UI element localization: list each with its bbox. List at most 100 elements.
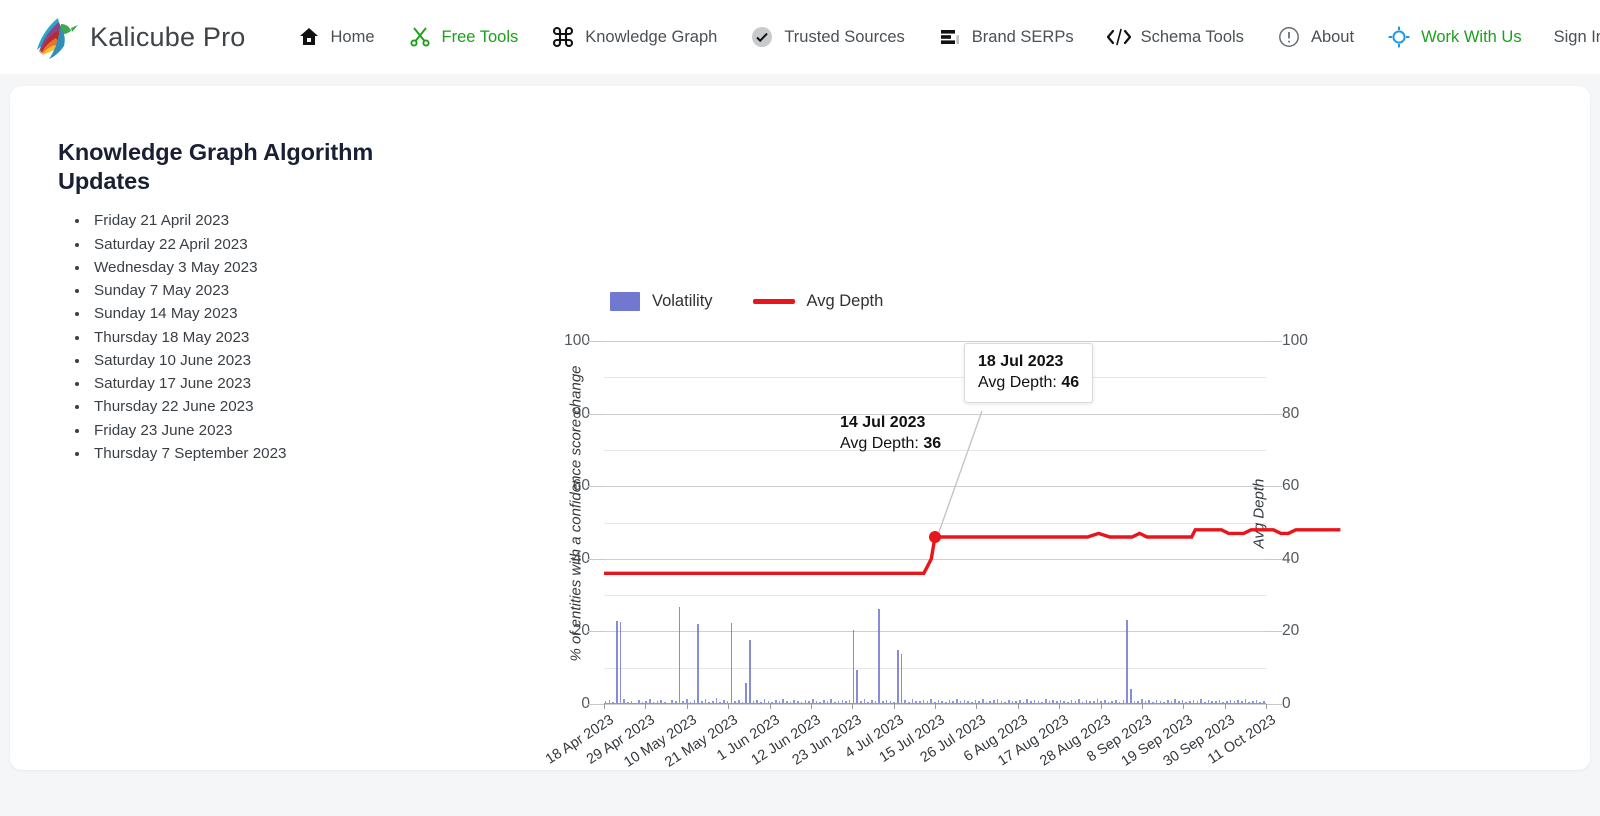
y-axis-left-title: % of entities with a confidence score ch… <box>567 365 585 662</box>
target-circle-icon <box>1386 24 1412 50</box>
volatility-chart: Volatility Avg Depth 0 20 40 60 80 100 0 20 40 6… <box>470 196 1470 771</box>
check-circle-icon <box>749 24 775 50</box>
y-axis-tick-mark <box>1266 631 1282 633</box>
avg-depth-path <box>604 530 1340 574</box>
page-title: Knowledge Graph Algorithm Updates <box>58 139 374 194</box>
y-axis-tick-label: 100 <box>564 332 590 349</box>
nav-item-sign-in[interactable]: Sign In <box>1538 0 1600 74</box>
nav-item-brand-serps[interactable]: Brand SERPs <box>921 0 1090 74</box>
list-item: Sunday 7 May 2023 <box>90 279 458 302</box>
x-axis-tick-mark <box>1100 704 1102 709</box>
hummingbird-logo-icon <box>28 12 80 62</box>
nav-items: Home Free Tools Knowledge Graph Trusted … <box>280 0 1600 74</box>
command-icon <box>550 24 576 50</box>
x-axis-tick-mark <box>1266 704 1267 709</box>
x-axis-tick-mark <box>769 704 771 709</box>
legend-label: Volatility <box>652 292 713 310</box>
y-axis-tick-mark <box>588 341 604 342</box>
nav-item-work-with-us[interactable]: Work With Us <box>1370 0 1538 74</box>
x-axis-tick-mark <box>645 704 647 709</box>
y-axis-tick-label: 20 <box>1282 622 1300 640</box>
annotation-18-jul: 18 Jul 2023 Avg Depth: 46 <box>964 343 1094 403</box>
legend-label: Avg Depth <box>806 292 884 310</box>
nav-label: Knowledge Graph <box>585 27 718 46</box>
brand-name: Kalicube Pro <box>90 21 246 52</box>
annotation-value: Avg Depth: 46 <box>978 374 1080 391</box>
x-axis-tick-mark <box>1017 704 1019 709</box>
x-axis-tick-mark <box>1141 704 1143 709</box>
y-axis-tick-mark <box>1266 558 1282 560</box>
nav-item-schema-tools[interactable]: Schema Tools <box>1090 0 1260 74</box>
info-circle-icon <box>1276 24 1302 50</box>
sign-in-label: Sign In <box>1553 27 1600 46</box>
list-item: Thursday 18 May 2023 <box>90 326 458 349</box>
y-axis-tick-mark <box>588 486 604 488</box>
nav-label: Home <box>330 27 375 46</box>
brand-logo[interactable]: Kalicube Pro <box>28 12 246 62</box>
nav-item-trusted-sources[interactable]: Trusted Sources <box>733 0 920 74</box>
nav-item-knowledge-graph[interactable]: Knowledge Graph <box>534 0 733 74</box>
annotation-date: 18 Jul 2023 <box>978 353 1064 370</box>
y-axis-tick-mark <box>1266 486 1282 488</box>
list-item: Friday 23 June 2023 <box>90 419 458 442</box>
updates-panel: Knowledge Graph Algorithm Updates Friday… <box>58 138 458 465</box>
y-axis-tick-mark <box>588 704 604 705</box>
annotation-date: 14 Jul 2023 <box>840 414 926 431</box>
y-axis-tick-label: 40 <box>1282 549 1300 567</box>
x-axis-tick-mark <box>935 704 936 709</box>
updates-list: Friday 21 April 2023Saturday 22 April 20… <box>58 209 458 465</box>
y-axis-tick-label: 80 <box>1282 404 1300 422</box>
x-axis-tick-mark <box>686 704 688 709</box>
annotation-leader-line <box>938 410 983 533</box>
annotation-14-jul: 14 Jul 2023 Avg Depth: 36 <box>840 414 941 453</box>
nav-label: About <box>1310 27 1355 46</box>
nav-label: Trusted Sources <box>784 27 905 46</box>
y-axis-tick-label: 100 <box>1282 332 1308 349</box>
scissors-icon <box>407 24 433 50</box>
annotation-value: Avg Depth: 36 <box>840 435 942 452</box>
list-item: Saturday 10 June 2023 <box>90 349 458 372</box>
y-axis-tick-label: 0 <box>1282 695 1291 712</box>
chart-legend: Volatility Avg Depth <box>610 292 883 311</box>
nav-label: Schema Tools <box>1140 27 1244 46</box>
content-card: Knowledge Graph Algorithm Updates Friday… <box>10 86 1590 771</box>
nav-label: Brand SERPs <box>971 27 1074 46</box>
x-axis-tick-mark <box>604 704 605 709</box>
nav-item-home[interactable]: Home <box>280 0 391 74</box>
avg-depth-line-icon <box>752 299 795 304</box>
y-axis-tick-mark <box>588 413 604 415</box>
nav-item-free-tools[interactable]: Free Tools <box>391 0 535 74</box>
list-item: Friday 21 April 2023 <box>90 209 458 232</box>
x-axis-tick-mark <box>852 704 854 709</box>
x-axis-tick-mark <box>810 704 812 709</box>
x-axis-tick-mark <box>1183 704 1185 709</box>
x-axis-tick-mark <box>1224 704 1226 709</box>
legend-item-volatility[interactable]: Volatility <box>610 292 713 311</box>
legend-item-avg-depth[interactable]: Avg Depth <box>752 292 884 311</box>
list-bars-icon <box>937 24 963 50</box>
nav-label: Work With Us <box>1421 27 1522 46</box>
avg-depth-line <box>604 410 1266 704</box>
nav-item-about[interactable]: About <box>1260 0 1370 74</box>
y-axis-tick-mark <box>1266 413 1282 415</box>
main-navbar: Kalicube Pro Home Free Tools Knowledge G… <box>0 0 1600 74</box>
y-axis-tick-label: 60 <box>1282 477 1300 495</box>
code-brackets-icon <box>1106 24 1132 50</box>
y-axis-tick-mark <box>1266 704 1282 705</box>
x-axis-tick-mark <box>893 704 895 709</box>
home-icon <box>296 24 322 50</box>
x-axis-tick-mark <box>728 704 730 709</box>
y-axis-tick-mark <box>588 631 604 633</box>
list-item: Thursday 22 June 2023 <box>90 395 458 418</box>
avg-depth-marker[interactable] <box>929 531 941 544</box>
x-axis-tick-mark <box>1059 704 1061 709</box>
y-axis-tick-mark <box>588 558 604 560</box>
list-item: Sunday 14 May 2023 <box>90 302 458 325</box>
list-item: Wednesday 3 May 2023 <box>90 256 458 279</box>
volatility-swatch-icon <box>610 292 640 311</box>
plot-area: 0 20 40 60 80 100 0 20 40 60 80 100 % of entities … <box>543 332 1266 771</box>
list-item: Thursday 7 September 2023 <box>90 442 458 465</box>
x-axis-tick-mark <box>976 704 978 709</box>
y-axis-tick-mark <box>1266 341 1282 342</box>
nav-label: Free Tools <box>441 27 519 46</box>
